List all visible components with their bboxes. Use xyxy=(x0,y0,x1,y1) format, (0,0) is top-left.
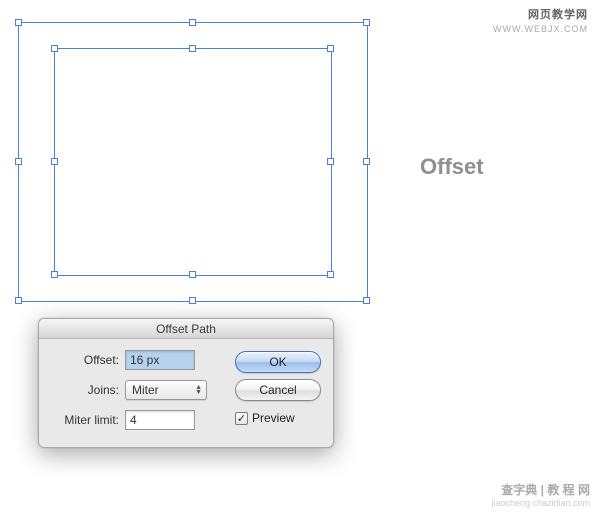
inner-handle-w[interactable] xyxy=(51,158,58,165)
joins-select[interactable]: Miter ▲▼ xyxy=(125,380,207,400)
preview-checkbox[interactable]: ✓ xyxy=(235,412,248,425)
offset-field[interactable] xyxy=(125,350,195,370)
watermark-tr-url: WWW.WEBJX.COM xyxy=(493,22,588,36)
dialog-fields: Offset: Joins: Miter ▲▼ Miter limit: xyxy=(47,349,223,439)
joins-field-label: Joins: xyxy=(47,383,125,397)
handle-e[interactable] xyxy=(363,158,370,165)
inner-handle-s[interactable] xyxy=(189,271,196,278)
ok-button[interactable]: OK xyxy=(235,351,321,373)
dialog-buttons: OK Cancel ✓ Preview xyxy=(235,349,321,439)
joins-select-value: Miter xyxy=(132,383,159,397)
watermark-br-url: jiaocheng.chazidian.com xyxy=(491,497,590,510)
row-miter: Miter limit: xyxy=(47,409,223,431)
watermark-bottom-right: 查字典 | 教 程 网 jiaocheng.chazidian.com xyxy=(491,484,590,510)
canvas-area[interactable] xyxy=(18,22,368,302)
row-joins: Joins: Miter ▲▼ xyxy=(47,379,223,401)
dialog-body: Offset: Joins: Miter ▲▼ Miter limit: OK … xyxy=(39,339,333,448)
watermark-top-right: 网页教学网 WWW.WEBJX.COM xyxy=(493,8,588,36)
handle-w[interactable] xyxy=(15,158,22,165)
cancel-button[interactable]: Cancel xyxy=(235,379,321,401)
handle-s[interactable] xyxy=(189,297,196,304)
miter-field-label: Miter limit: xyxy=(47,413,125,427)
handle-se[interactable] xyxy=(363,297,370,304)
inner-handle-n[interactable] xyxy=(189,45,196,52)
inner-handle-ne[interactable] xyxy=(327,45,334,52)
offset-label: Offset xyxy=(420,154,484,180)
inner-rect[interactable] xyxy=(54,48,332,276)
inner-handle-nw[interactable] xyxy=(51,45,58,52)
inner-handle-sw[interactable] xyxy=(51,271,58,278)
inner-handle-se[interactable] xyxy=(327,271,334,278)
dialog-title[interactable]: Offset Path xyxy=(39,319,333,339)
handle-ne[interactable] xyxy=(363,19,370,26)
preview-label: Preview xyxy=(252,411,295,425)
miter-field[interactable] xyxy=(125,410,195,430)
offset-field-label: Offset: xyxy=(47,353,125,367)
handle-sw[interactable] xyxy=(15,297,22,304)
updown-arrows-icon: ▲▼ xyxy=(195,385,202,395)
handle-n[interactable] xyxy=(189,19,196,26)
offset-path-dialog: Offset Path Offset: Joins: Miter ▲▼ Mite… xyxy=(38,318,334,448)
inner-handle-e[interactable] xyxy=(327,158,334,165)
watermark-br-title: 查字典 | 教 程 网 xyxy=(491,484,590,497)
handle-nw[interactable] xyxy=(15,19,22,26)
row-offset: Offset: xyxy=(47,349,223,371)
checkmark-icon: ✓ xyxy=(237,412,246,425)
watermark-tr-title: 网页教学网 xyxy=(493,8,588,22)
preview-row: ✓ Preview xyxy=(235,411,321,425)
